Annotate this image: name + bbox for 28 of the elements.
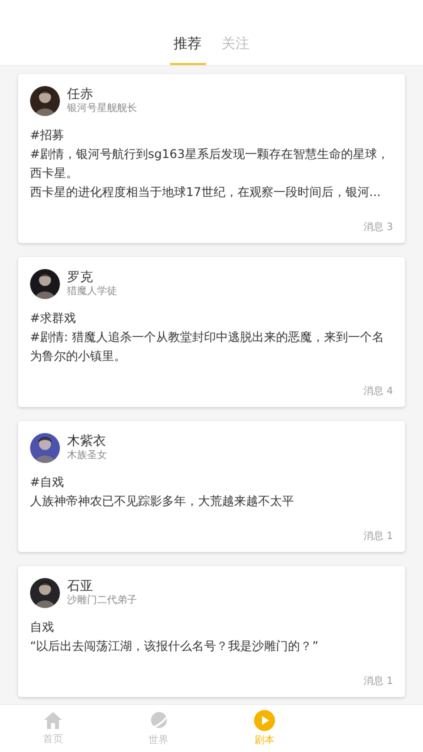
message-count: 消息 1 (363, 674, 393, 689)
user-role: 猎魔人学徒 (67, 286, 117, 298)
post-text: #自戏 (30, 474, 66, 491)
post-text: 自戏 (30, 619, 55, 636)
post-card[interactable]: 石亚 沙雕门二代弟子 自戏 “以后出去闯荡江湖，该报什么名号？我是沙雕门的？” 消息 1 (18, 566, 405, 697)
post-text: #剧情，银河号航行到sg163星系后发现一颗存在智慧生命的星球，西卡星。 (30, 146, 390, 182)
post-card[interactable]: 木紫衣 木族圣女 #自戏 人族神帝神农已不见踪影多年，大荒越来越不太平 消息 1 (18, 421, 405, 552)
post-text: 人族神帝神农已不见踪影多年，大荒越来越不太平 (30, 493, 295, 510)
post-card[interactable]: 任赤 银河号星舰舰长 #招募 #剧情，银河号航行到sg163星系后发现一颗存在智慧生命的星球，西卡星。 西卡星的进化程度相当于地球17世纪，在观察一段时间后，银河... 消息 3 (18, 74, 405, 243)
post-card[interactable]: 罗克 猎魔人学徒 #求群戏 #剧情: 猎魔人追杀一个从教堂封印中逃脱出来的恶魔，来到一个名为鲁尔的小镇里。 消息 4 (18, 257, 405, 407)
message-count: 消息 3 (363, 220, 393, 235)
user-role: 木族圣女 (67, 450, 107, 462)
message-count: 消息 1 (363, 530, 393, 544)
tab[interactable]: 推荐 (170, 25, 206, 65)
user-name: 木紫衣 (67, 434, 107, 450)
user-role: 银河号星舰舰长 (67, 102, 137, 116)
home-icon (42, 710, 63, 730)
play-icon (254, 710, 275, 730)
message-count: 消息 4 (363, 384, 393, 399)
user-name: 石亚 (67, 578, 94, 594)
post-text: #招募 (30, 127, 66, 144)
post-text: #剧情: 猎魔人追杀一个从教堂封印中逃脱出来的恶魔，来到一个名为鲁尔的小镇里。 (30, 329, 385, 365)
post-text: 西卡星的进化程度相当于地球17世纪，在观察一段时间后，银河... (30, 184, 382, 201)
user-role: 沙雕门二代弟子 (67, 594, 137, 608)
post-text: “以后出去闯荡江湖，该报什么名号？我是沙雕门的？” (30, 638, 320, 655)
post-text: #求群戏 (30, 310, 78, 327)
user-name: 任赤 (67, 86, 94, 103)
user-name: 罗克 (67, 270, 94, 286)
